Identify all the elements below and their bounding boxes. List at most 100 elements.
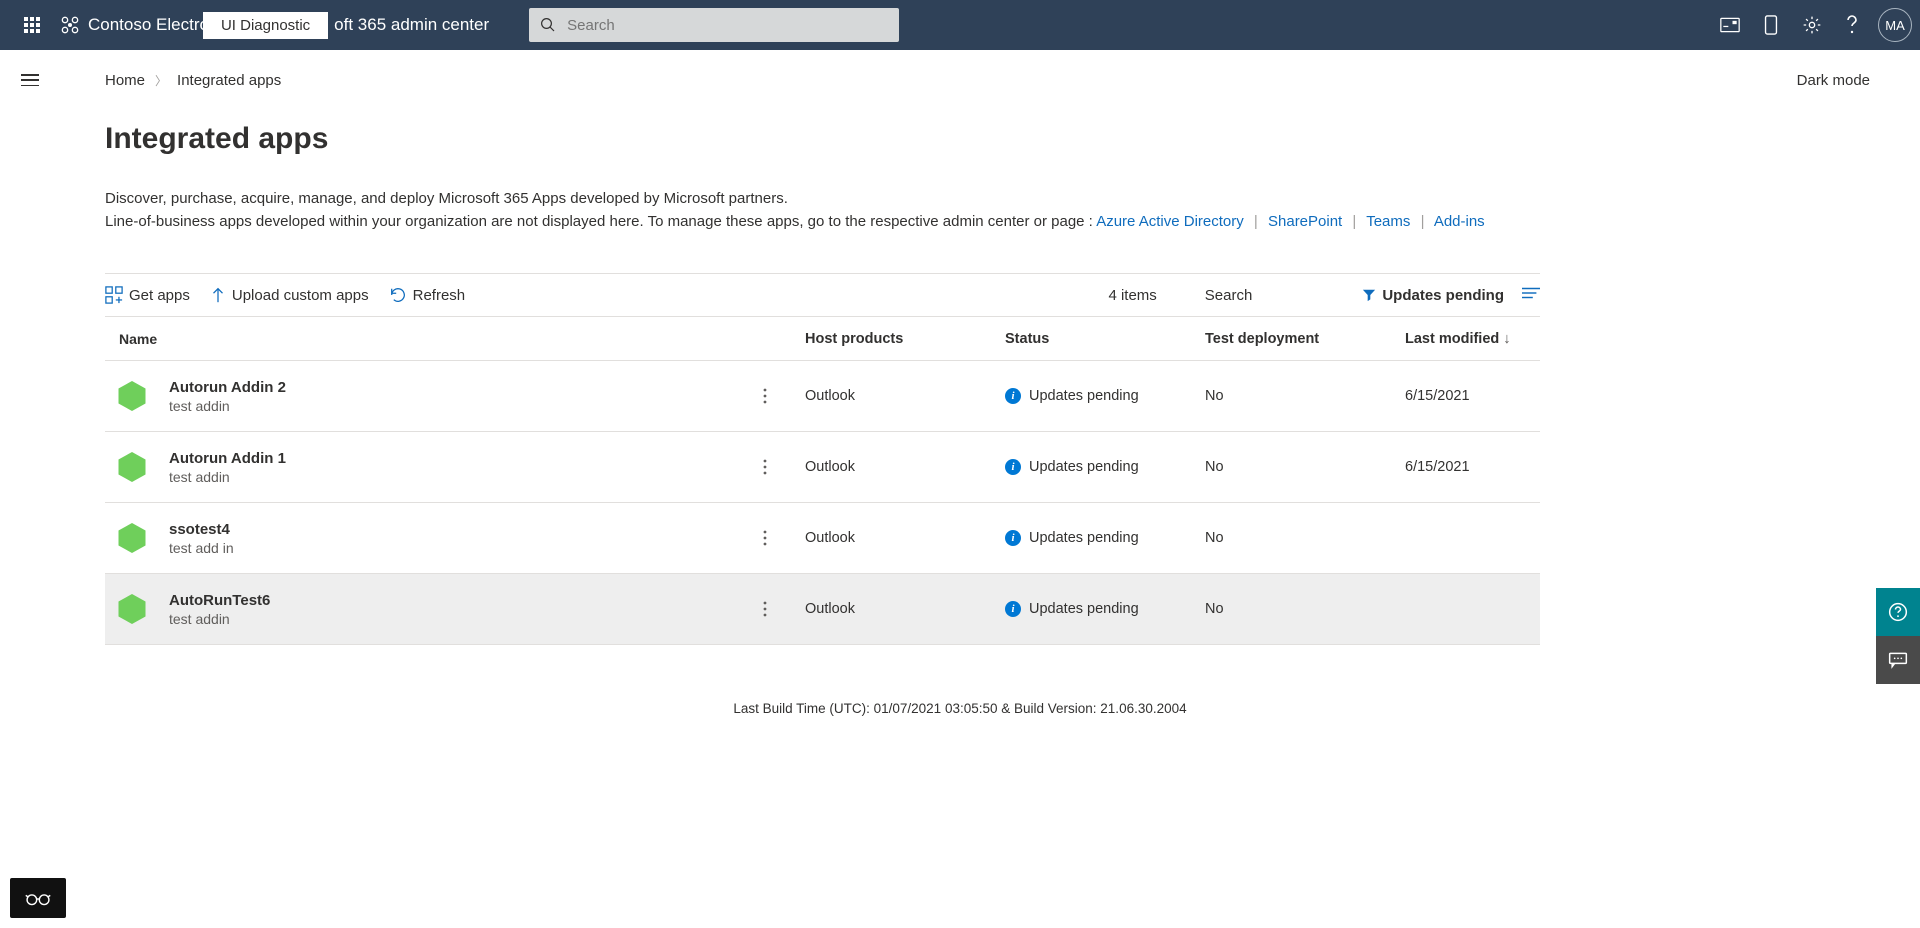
cell-host: Outlook [805, 601, 1005, 617]
more-vertical-icon [763, 530, 767, 546]
col-modified[interactable]: Last modified↓ [1405, 331, 1540, 347]
app-name-block: AutoRunTest6 test addin [165, 592, 725, 627]
app-name-block: ssotest4 test add in [165, 521, 725, 556]
glasses-icon [24, 889, 52, 907]
user-avatar[interactable]: MA [1878, 8, 1912, 42]
cell-modified: 6/15/2021 [1405, 459, 1540, 475]
page-description: Discover, purchase, acquire, manage, and… [105, 188, 1540, 233]
cell-status: i Updates pending [1005, 601, 1205, 617]
filter-icon [1362, 288, 1376, 302]
row-more-button[interactable] [725, 574, 805, 644]
help-circle-icon [1888, 602, 1908, 622]
app-launcher-button[interactable] [8, 17, 56, 33]
app-icon [115, 450, 149, 484]
cell-host: Outlook [805, 388, 1005, 404]
hamburger-icon [21, 74, 39, 86]
list-options-button[interactable] [1522, 286, 1540, 304]
app-title-suffix: oft 365 admin center [334, 15, 489, 35]
hexagon-icon [117, 594, 147, 624]
build-footer: Last Build Time (UTC): 01/07/2021 03:05:… [0, 701, 1920, 726]
app-name: ssotest4 [169, 521, 725, 538]
table-row[interactable]: Autorun Addin 2 test addin Outlook i Upd… [105, 361, 1540, 432]
info-icon: i [1005, 388, 1021, 404]
accessibility-button[interactable] [10, 878, 66, 918]
table-row[interactable]: Autorun Addin 1 test addin Outlook i Upd… [105, 432, 1540, 503]
get-apps-button[interactable]: Get apps [105, 286, 190, 304]
app-name: AutoRunTest6 [169, 592, 725, 609]
app-icon [115, 592, 149, 626]
help-icon[interactable] [1846, 15, 1858, 35]
row-more-button[interactable] [725, 432, 805, 502]
app-subtitle: test addin [169, 611, 725, 627]
dark-mode-toggle[interactable]: Dark mode [1797, 72, 1870, 89]
cell-host: Outlook [805, 459, 1005, 475]
upload-custom-apps-button[interactable]: Upload custom apps [210, 286, 369, 304]
info-icon: i [1005, 459, 1021, 475]
nav-toggle-button[interactable] [10, 60, 50, 100]
table-row[interactable]: ssotest4 test add in Outlook i Updates p… [105, 503, 1540, 574]
app-subtitle: test addin [169, 398, 725, 414]
floating-help-button[interactable] [1876, 588, 1920, 636]
shell-card-icon[interactable] [1720, 17, 1740, 33]
cell-status: i Updates pending [1005, 388, 1205, 404]
col-host[interactable]: Host products [805, 331, 1005, 347]
page-title: Integrated apps [105, 122, 1540, 156]
hexagon-icon [117, 523, 147, 553]
desc-line2: Line-of-business apps developed within y… [105, 211, 1540, 234]
items-count: 4 items [1108, 287, 1156, 304]
hexagon-icon [117, 381, 147, 411]
app-name-block: Autorun Addin 2 test addin [165, 379, 725, 414]
global-search[interactable] [529, 8, 899, 42]
app-icon [115, 521, 149, 555]
cell-test: No [1205, 601, 1405, 617]
info-icon: i [1005, 530, 1021, 546]
cell-test: No [1205, 530, 1405, 546]
link-teams[interactable]: Teams [1366, 213, 1410, 230]
refresh-button[interactable]: Refresh [389, 286, 466, 304]
apps-table: Name Host products Status Test deploymen… [105, 316, 1540, 645]
app-icon [115, 379, 149, 413]
search-button[interactable]: Search [1205, 287, 1253, 304]
cell-status: i Updates pending [1005, 530, 1205, 546]
global-search-input[interactable] [567, 17, 889, 34]
floating-actions [1876, 588, 1920, 684]
col-status[interactable]: Status [1005, 331, 1205, 347]
header-actions [1720, 15, 1858, 35]
grid-plus-icon [105, 286, 123, 304]
row-more-button[interactable] [725, 361, 805, 431]
link-aad[interactable]: Azure Active Directory [1096, 213, 1244, 230]
tenant-logo-icon [60, 15, 80, 35]
link-addins[interactable]: Add-ins [1434, 213, 1485, 230]
refresh-icon [389, 286, 407, 304]
cell-test: No [1205, 388, 1405, 404]
ui-diagnostic-chip[interactable]: UI Diagnostic [203, 12, 328, 39]
app-subtitle: test addin [169, 469, 725, 485]
floating-feedback-button[interactable] [1876, 636, 1920, 684]
breadcrumb: Home 〉 Integrated apps [105, 72, 281, 89]
feedback-icon [1888, 651, 1908, 669]
global-header: Contoso Electro UI Diagnostic oft 365 ad… [0, 0, 1920, 50]
breadcrumb-current: Integrated apps [177, 72, 281, 89]
link-sharepoint[interactable]: SharePoint [1268, 213, 1342, 230]
mobile-icon[interactable] [1764, 15, 1778, 35]
tenant-name: Contoso Electro [88, 15, 209, 35]
breadcrumb-home[interactable]: Home [105, 72, 145, 89]
hexagon-icon [117, 452, 147, 482]
col-name[interactable]: Name [105, 331, 725, 347]
app-name: Autorun Addin 2 [169, 379, 725, 396]
info-icon: i [1005, 601, 1021, 617]
row-more-button[interactable] [725, 503, 805, 573]
col-test[interactable]: Test deployment [1205, 331, 1405, 347]
filter-updates-pending[interactable]: Updates pending [1362, 287, 1504, 304]
cell-test: No [1205, 459, 1405, 475]
more-vertical-icon [763, 601, 767, 617]
main-content: Integrated apps Discover, purchase, acqu… [0, 122, 1560, 645]
desc-line1: Discover, purchase, acquire, manage, and… [105, 188, 1540, 211]
tenant-brand: Contoso Electro [60, 15, 209, 35]
chevron-right-icon: 〉 [155, 72, 167, 89]
table-header-row: Name Host products Status Test deploymen… [105, 317, 1540, 361]
search-icon [539, 16, 557, 34]
command-bar: Get apps Upload custom apps Refresh 4 it… [105, 274, 1540, 316]
table-row[interactable]: AutoRunTest6 test addin Outlook i Update… [105, 574, 1540, 645]
settings-gear-icon[interactable] [1802, 15, 1822, 35]
